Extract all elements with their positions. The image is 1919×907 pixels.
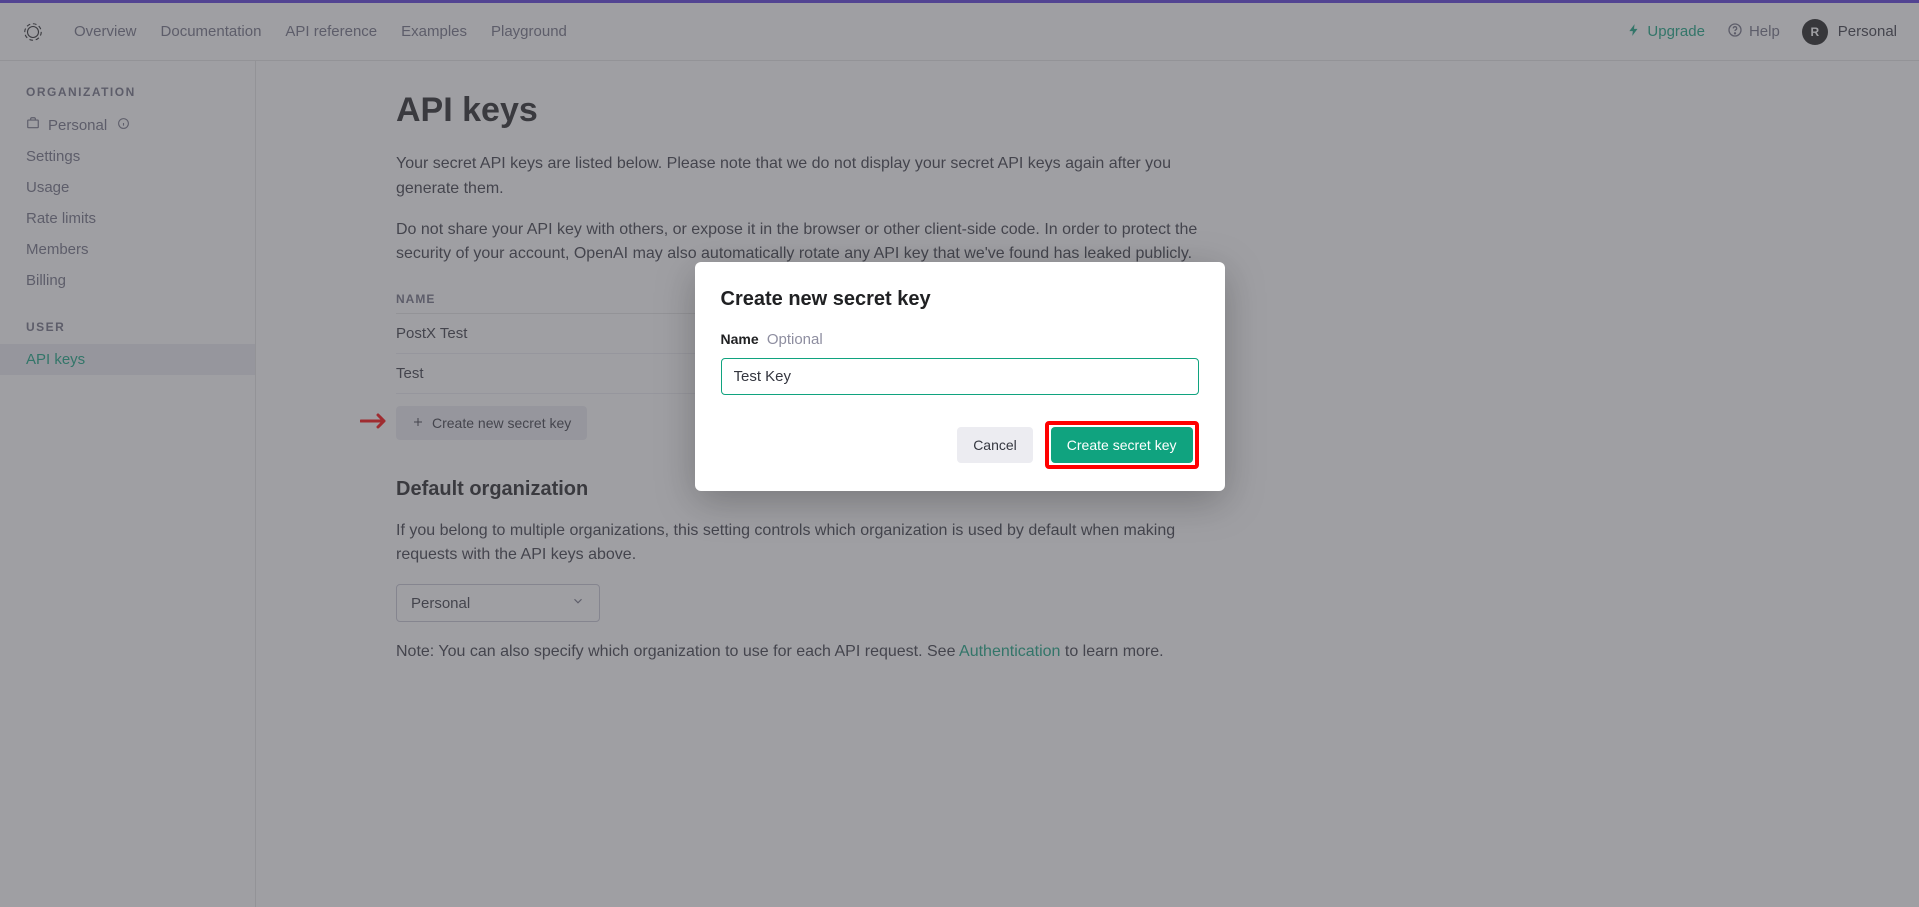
secret-key-name-input[interactable] [721,358,1199,395]
name-field-optional: Optional [767,331,823,348]
create-secret-key-submit-button[interactable]: Create secret key [1051,427,1193,463]
highlight-annotation: Create secret key [1045,421,1199,469]
modal-title: Create new secret key [721,288,1199,311]
cancel-button[interactable]: Cancel [957,427,1033,463]
name-field-label: Name [721,331,759,347]
create-secret-key-modal: Create new secret key Name Optional Canc… [695,262,1225,491]
